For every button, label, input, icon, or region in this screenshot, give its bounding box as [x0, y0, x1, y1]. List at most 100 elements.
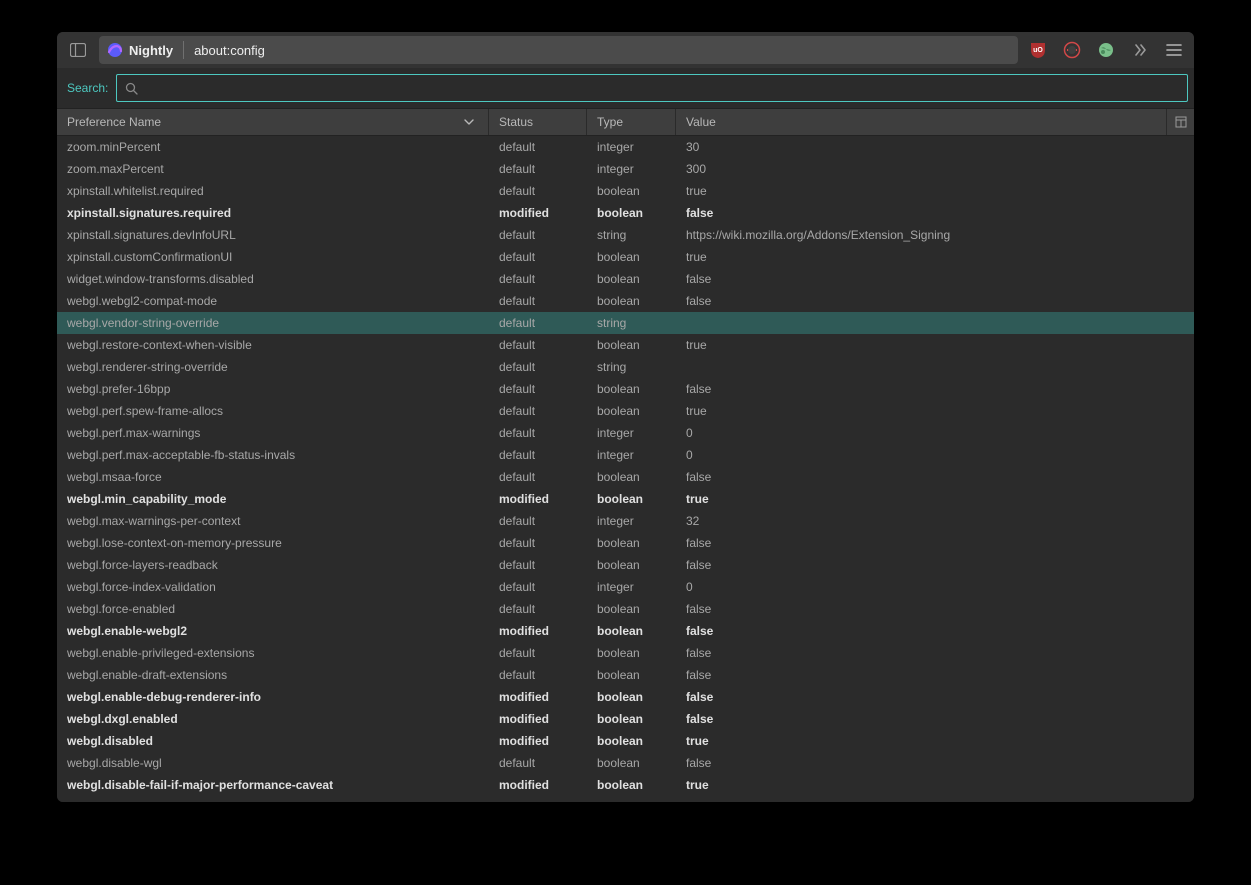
table-row[interactable]: webgl.vendor-string-overridedefaultstrin… [57, 312, 1194, 334]
pref-type: integer [587, 162, 676, 176]
table-row[interactable]: webgl.enable-draft-extensionsdefaultbool… [57, 664, 1194, 686]
table-row[interactable]: webgl.force-index-validationdefaultinteg… [57, 576, 1194, 598]
pref-type: string [587, 316, 676, 330]
table-row[interactable]: webgl.perf.spew-frame-allocsdefaultboole… [57, 400, 1194, 422]
pref-type: boolean [587, 294, 676, 308]
pref-status: default [489, 250, 587, 264]
pref-name: webgl.disable-fail-if-major-performance-… [57, 778, 489, 792]
pref-value: true [676, 778, 1194, 792]
pref-name: webgl.min_capability_mode [57, 492, 489, 506]
pref-name: zoom.minPercent [57, 140, 489, 154]
noscript-icon[interactable] [1058, 36, 1086, 64]
pref-type: boolean [587, 536, 676, 550]
pref-name: webgl.dxgl.enabled [57, 712, 489, 726]
table-row[interactable]: webgl.perf.max-acceptable-fb-status-inva… [57, 444, 1194, 466]
column-picker-button[interactable] [1166, 109, 1194, 135]
table-header: Preference Name Status Type Value [57, 108, 1194, 136]
pref-type: boolean [587, 470, 676, 484]
pref-type: boolean [587, 778, 676, 792]
table-row[interactable]: webgl.webgl2-compat-modedefaultbooleanfa… [57, 290, 1194, 312]
pref-type: integer [587, 580, 676, 594]
table-body[interactable]: zoom.minPercentdefaultinteger30zoom.maxP… [57, 136, 1194, 802]
pref-value: false [676, 668, 1194, 682]
table-row[interactable]: webgl.enable-webgl2modifiedbooleanfalse [57, 620, 1194, 642]
nightly-brand: Nightly [107, 41, 184, 59]
overflow-chevron-icon[interactable] [1126, 36, 1154, 64]
pref-name: webgl.webgl2-compat-mode [57, 294, 489, 308]
pref-type: boolean [587, 734, 676, 748]
globe-extension-icon[interactable] [1092, 36, 1120, 64]
pref-type: boolean [587, 206, 676, 220]
pref-status: default [489, 646, 587, 660]
pref-value: false [676, 536, 1194, 550]
pref-name: webgl.force-layers-readback [57, 558, 489, 572]
pref-name: webgl.renderer-string-override [57, 360, 489, 374]
table-row[interactable]: webgl.force-layers-readbackdefaultboolea… [57, 554, 1194, 576]
pref-name: webgl.perf.max-acceptable-fb-status-inva… [57, 448, 489, 462]
pref-type: integer [587, 514, 676, 528]
table-row[interactable]: xpinstall.signatures.devInfoURLdefaultst… [57, 224, 1194, 246]
pref-status: default [489, 536, 587, 550]
pref-name: widget.window-transforms.disabled [57, 272, 489, 286]
pref-name: webgl.disabled [57, 734, 489, 748]
table-row[interactable]: webgl.max-warnings-per-contextdefaultint… [57, 510, 1194, 532]
search-input[interactable] [146, 81, 1179, 95]
pref-name: webgl.disable-wgl [57, 756, 489, 770]
pref-status: default [489, 756, 587, 770]
pref-value: 0 [676, 426, 1194, 440]
firefox-nightly-icon [107, 42, 123, 58]
table-row[interactable]: xpinstall.customConfirmationUIdefaultboo… [57, 246, 1194, 268]
column-header-value[interactable]: Value [676, 109, 1166, 135]
table-row[interactable]: webgl.lose-context-on-memory-pressuredef… [57, 532, 1194, 554]
pref-value: false [676, 756, 1194, 770]
table-row[interactable]: webgl.disable-fail-if-major-performance-… [57, 774, 1194, 796]
app-menu-button[interactable] [1160, 36, 1188, 64]
pref-status: default [489, 580, 587, 594]
table-row[interactable]: xpinstall.whitelist.requireddefaultboole… [57, 180, 1194, 202]
pref-name: xpinstall.signatures.devInfoURL [57, 228, 489, 242]
table-row[interactable]: zoom.minPercentdefaultinteger30 [57, 136, 1194, 158]
column-header-type[interactable]: Type [587, 109, 676, 135]
table-row[interactable]: webgl.disabledmodifiedbooleantrue [57, 730, 1194, 752]
table-row[interactable]: webgl.restore-context-when-visibledefaul… [57, 334, 1194, 356]
table-row[interactable]: webgl.min_capability_modemodifiedboolean… [57, 488, 1194, 510]
table-row[interactable]: webgl.perf.max-warningsdefaultinteger0 [57, 422, 1194, 444]
table-row[interactable]: webgl.prefer-16bppdefaultbooleanfalse [57, 378, 1194, 400]
pref-value: false [676, 602, 1194, 616]
pref-value: true [676, 734, 1194, 748]
column-header-status[interactable]: Status [489, 109, 587, 135]
table-row[interactable]: webgl.enable-privileged-extensionsdefaul… [57, 642, 1194, 664]
pref-type: boolean [587, 668, 676, 682]
sidebar-toggle-button[interactable] [63, 36, 93, 64]
table-row[interactable]: webgl.msaa-forcedefaultbooleanfalse [57, 466, 1194, 488]
pref-value: false [676, 294, 1194, 308]
pref-value: false [676, 272, 1194, 286]
pref-type: boolean [587, 404, 676, 418]
pref-name: webgl.force-enabled [57, 602, 489, 616]
table-row[interactable]: webgl.renderer-string-overridedefaultstr… [57, 356, 1194, 378]
pref-status: default [489, 514, 587, 528]
pref-status: default [489, 228, 587, 242]
table-row[interactable]: webgl.enable-debug-renderer-infomodified… [57, 686, 1194, 708]
brand-label: Nightly [129, 43, 173, 58]
pref-value: 300 [676, 162, 1194, 176]
pref-name: webgl.force-index-validation [57, 580, 489, 594]
ublock-icon[interactable]: uO [1024, 36, 1052, 64]
table-row[interactable]: webgl.force-enableddefaultbooleanfalse [57, 598, 1194, 620]
url-bar[interactable]: Nightly about:config [99, 36, 1018, 64]
table-row[interactable]: widget.window-transforms.disableddefault… [57, 268, 1194, 290]
table-row[interactable]: webgl.dxgl.enabledmodifiedbooleanfalse [57, 708, 1194, 730]
pref-value: false [676, 382, 1194, 396]
pref-type: boolean [587, 756, 676, 770]
table-row[interactable]: xpinstall.signatures.requiredmodifiedboo… [57, 202, 1194, 224]
pref-name: webgl.enable-debug-renderer-info [57, 690, 489, 704]
search-input-wrapper[interactable] [116, 74, 1188, 102]
pref-value: 32 [676, 514, 1194, 528]
pref-value: false [676, 690, 1194, 704]
pref-type: boolean [587, 492, 676, 506]
url-text: about:config [194, 43, 265, 58]
pref-value: https://wiki.mozilla.org/Addons/Extensio… [676, 228, 1194, 242]
table-row[interactable]: zoom.maxPercentdefaultinteger300 [57, 158, 1194, 180]
column-header-name[interactable]: Preference Name [57, 109, 489, 135]
table-row[interactable]: webgl.disable-wgldefaultbooleanfalse [57, 752, 1194, 774]
